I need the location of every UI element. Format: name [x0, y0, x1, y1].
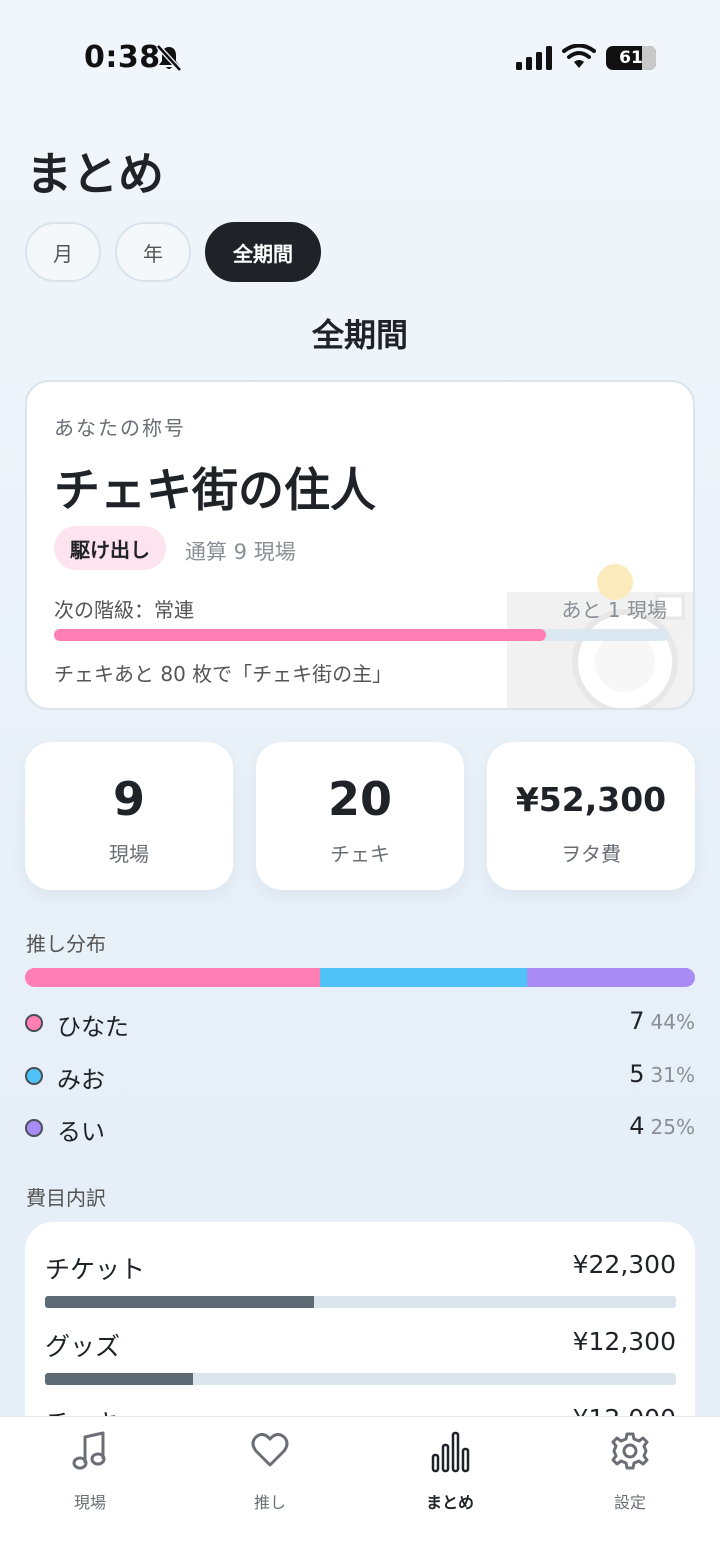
stat-value: 20 — [327, 772, 392, 826]
distribution-segment — [319, 968, 528, 987]
cost-row[interactable]: チケット ¥22,300 — [45, 1250, 676, 1320]
rank-progress-bar — [54, 629, 669, 641]
tab-label: まとめ — [425, 1493, 474, 1512]
tab-genba[interactable]: 現場 — [30, 1429, 150, 1519]
cost-bar-fill — [45, 1373, 194, 1385]
legend-dot — [25, 1067, 43, 1085]
stat-value: ¥52,300 — [515, 780, 667, 819]
rank-title: チェキ街の住人 — [54, 463, 376, 517]
legend-percent: 31% — [650, 1063, 695, 1087]
legend-count: 7 44% — [629, 1007, 695, 1035]
stat-value: 9 — [112, 772, 145, 826]
rank-progress-fill — [54, 629, 546, 641]
cost-name: チケット — [45, 1255, 146, 1284]
legend-count: 5 31% — [629, 1060, 695, 1088]
legend-name: みお — [57, 1066, 105, 1094]
tab-label: 推し — [253, 1493, 286, 1512]
tab-oshi[interactable]: 推し — [210, 1429, 330, 1519]
cost-amount: ¥12,300 — [572, 1327, 676, 1356]
legend-percent: 44% — [650, 1010, 695, 1034]
costs-label: 費目内訳 — [26, 1186, 106, 1210]
heart-icon — [251, 1432, 289, 1467]
cost-row[interactable]: グッズ ¥12,300 — [45, 1327, 676, 1397]
cost-bar-fill — [45, 1296, 314, 1308]
period-heading: 全期間 — [311, 316, 408, 354]
legend-name: るい — [57, 1118, 105, 1146]
rank-hint: チェキあと 80 枚で「チェキ街の主」 — [54, 662, 393, 686]
status-time: 0:38 — [84, 40, 161, 75]
stat-label: チェキ — [330, 842, 390, 866]
rank-label: あなたの称号 — [54, 416, 186, 440]
tab-label: 現場 — [73, 1493, 106, 1512]
tab-year[interactable]: 年 — [115, 222, 191, 282]
stat-card-cheki: 20 チェキ — [256, 742, 464, 890]
legend-percent: 25% — [650, 1115, 695, 1139]
music-note-icon — [72, 1431, 106, 1470]
tab-all-time[interactable]: 全期間 — [205, 222, 321, 282]
legend-dot — [25, 1014, 43, 1032]
tab-label: 設定 — [613, 1493, 646, 1512]
legend-item[interactable]: ひなた 7 44% — [25, 1005, 695, 1041]
rank-title-card: あなたの称号 チェキ街の住人 駆け出し 通算 9 現場 次の階級：常連 あと 1… — [25, 380, 695, 710]
stat-label: ヲタ費 — [561, 842, 621, 866]
stat-card-visits: 9 現場 — [25, 742, 233, 890]
cost-name: グッズ — [45, 1332, 121, 1361]
legend-item[interactable]: るい 4 25% — [25, 1110, 695, 1146]
wifi-icon — [562, 44, 596, 68]
battery-level: 61 — [619, 48, 643, 68]
distribution-segment — [527, 968, 695, 987]
remaining-to-next: あと 1 現場 — [561, 598, 667, 622]
stat-label: 現場 — [109, 842, 149, 866]
cost-bar — [45, 1373, 676, 1385]
distribution-label: 推し分布 — [26, 932, 106, 956]
next-rank: 次の階級：常連 — [54, 598, 194, 622]
signal-icon — [516, 46, 552, 70]
status-bar: 0:38 61 — [0, 0, 720, 118]
page-title: まとめ — [26, 147, 164, 201]
rank-badge: 駆け出し — [54, 526, 166, 570]
stat-card-spending: ¥52,300 ヲタ費 — [487, 742, 695, 890]
legend-name: ひなた — [57, 1013, 129, 1041]
battery-icon: 61 — [606, 46, 656, 70]
gear-icon — [611, 1432, 649, 1470]
distribution-bar — [25, 968, 695, 987]
legend-count: 4 25% — [629, 1112, 695, 1140]
distribution-segment — [25, 968, 320, 987]
tab-month[interactable]: 月 — [25, 222, 101, 282]
legend-dot — [25, 1119, 43, 1137]
cost-bar — [45, 1296, 676, 1308]
total-visits: 通算 9 現場 — [185, 540, 296, 564]
bar-chart-icon — [431, 1431, 470, 1473]
tab-settings[interactable]: 設定 — [570, 1429, 690, 1519]
bell-off-icon — [156, 44, 182, 72]
cost-amount: ¥22,300 — [572, 1250, 676, 1279]
legend-item[interactable]: みお 5 31% — [25, 1058, 695, 1094]
bottom-tab-bar: 現場 推し まとめ 設定 — [0, 1416, 720, 1565]
tab-summary[interactable]: まとめ — [390, 1429, 510, 1519]
